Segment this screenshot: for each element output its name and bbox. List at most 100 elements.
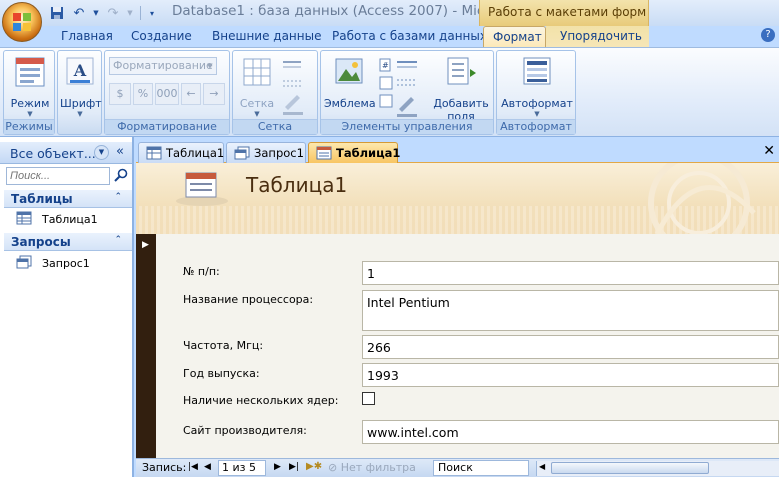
format-combo-value: Форматирование	[113, 59, 213, 72]
field-processor[interactable]: Intel Pentium	[362, 290, 779, 331]
mode-button[interactable]: Режим ▼	[9, 55, 51, 118]
percent-format-button[interactable]: %	[133, 83, 153, 105]
control-icons[interactable]: #	[377, 57, 429, 119]
navigation-pane: Все объект... ▼ « Таблицы ⌃ Таблица1 Зап…	[0, 137, 134, 477]
tab-home[interactable]: Главная	[61, 29, 113, 43]
font-icon: A	[66, 57, 94, 85]
undo-dropdown-icon[interactable]: ▼	[92, 5, 100, 21]
collapse-pane-icon[interactable]: «	[116, 144, 124, 159]
group-formatting: Форматирование ▼ $ % 000 ← → Форматирова…	[104, 50, 230, 135]
logo-button-label: Эмблема	[324, 97, 376, 110]
nav-group-queries[interactable]: Запросы ⌃	[4, 233, 132, 251]
thousands-format-button[interactable]: 000	[155, 83, 179, 105]
form-icon	[316, 146, 332, 160]
previous-record-icon[interactable]: ◀	[204, 462, 211, 472]
increase-decimals-icon: ←	[186, 87, 196, 100]
tab-arrange[interactable]: Упорядочить	[560, 29, 642, 43]
add-fields-icon	[447, 57, 476, 85]
nav-group-tables[interactable]: Таблицы ⌃	[4, 190, 132, 208]
tab-database-tools[interactable]: Работа с базами данных	[332, 29, 487, 43]
scrollbar-thumb[interactable]	[551, 462, 709, 474]
nav-item-table1-label: Таблица1	[42, 213, 98, 226]
svg-text:#: #	[382, 61, 389, 70]
line-style-icons[interactable]	[281, 57, 313, 121]
field-website[interactable]: www.intel.com	[362, 420, 779, 444]
logo-button[interactable]: Эмблема	[324, 55, 376, 110]
group-modes: Режим ▼ Режимы	[3, 50, 55, 135]
record-search-input[interactable]: Поиск	[433, 460, 529, 476]
group-grid: Сетка ▼ Сетка	[232, 50, 318, 135]
doc-tab-query1[interactable]: Запрос1	[226, 142, 306, 163]
title-bar: ↶ ▼ ↷ ▼ ▾ Database1 : база данных (Acces…	[0, 0, 779, 26]
nav-pane-dropdown-icon[interactable]: ▼	[94, 145, 109, 160]
current-record-field[interactable]: 1 из 5	[218, 460, 266, 476]
format-combo[interactable]: Форматирование ▼	[109, 57, 217, 75]
gridlines-button[interactable]: Сетка ▼	[237, 55, 277, 118]
collapse-group-icon: ⌃	[114, 235, 122, 245]
doc-tab-form-table1[interactable]: Таблица1	[308, 142, 400, 163]
doc-tab-table1[interactable]: Таблица1	[138, 142, 224, 163]
context-tab-group-title: Работа с макетами форм	[488, 5, 647, 19]
customize-qat-icon[interactable]: ▾	[147, 5, 157, 21]
decrease-decimals-icon: →	[209, 87, 219, 100]
next-record-icon[interactable]: ▶	[274, 462, 281, 472]
add-fields-label-line1: Добавить	[433, 97, 489, 110]
ribbon-tab-row: Главная Создание Внешние данные Работа с…	[0, 26, 779, 47]
help-icon[interactable]: ?	[761, 28, 775, 42]
last-record-icon[interactable]: ▶|	[289, 462, 299, 472]
nav-pane-header[interactable]: Все объект... ▼ «	[0, 142, 132, 164]
close-document-icon[interactable]: ✕	[763, 143, 775, 159]
form-detail: № п/п: 1 Название процессора: Intel Pent…	[156, 234, 779, 458]
quick-access-toolbar: ↶ ▼ ↷ ▼ ▾	[48, 3, 157, 23]
query-icon	[16, 255, 32, 269]
table-icon	[16, 211, 32, 225]
tab-format[interactable]: Формат	[483, 26, 546, 48]
horizontal-scrollbar[interactable]: ◀	[536, 461, 779, 476]
ribbon: Режим ▼ Режимы A Шрифт ▼ Форматирование …	[0, 47, 779, 137]
save-icon[interactable]	[48, 5, 66, 21]
thousands-label: 000	[156, 87, 178, 100]
autoformat-button[interactable]: Автоформат ▼	[501, 55, 573, 118]
field-number[interactable]: 1	[362, 261, 779, 285]
filter-indicator[interactable]: ⊘ Нет фильтра	[328, 460, 428, 476]
office-button[interactable]	[2, 2, 42, 42]
autoformat-button-label: Автоформат	[501, 97, 573, 110]
font-button-label: Шрифт	[60, 97, 102, 110]
search-icon[interactable]	[113, 167, 131, 185]
currency-format-button[interactable]: $	[109, 83, 131, 105]
group-modes-label: Режимы	[4, 119, 54, 134]
field-frequency[interactable]: 266	[362, 335, 779, 359]
query-icon	[234, 146, 250, 160]
form-logo-icon	[176, 172, 228, 206]
tab-create[interactable]: Создание	[131, 29, 192, 43]
nav-group-queries-label: Запросы	[11, 235, 71, 249]
doc-tab-label: Таблица1	[166, 146, 225, 160]
logo-picture-icon	[335, 58, 363, 84]
redo-dropdown-icon[interactable]: ▼	[126, 5, 134, 21]
multicore-checkbox[interactable]	[362, 392, 375, 405]
scroll-left-icon[interactable]: ◀	[539, 462, 545, 471]
field-year[interactable]: 1993	[362, 363, 779, 387]
group-autoformat: Автоформат ▼ Автоформат	[496, 50, 576, 135]
collapse-group-icon: ⌃	[114, 192, 122, 202]
svg-text:A: A	[73, 61, 87, 80]
nav-search-input[interactable]	[6, 167, 110, 185]
field-label-processor: Название процессора:	[183, 293, 314, 306]
record-selector[interactable]: ▶	[136, 234, 156, 458]
increase-decimals-button[interactable]: ←	[181, 83, 201, 105]
field-label-year: Год выпуска:	[183, 367, 260, 380]
font-button[interactable]: A Шрифт ▼	[60, 55, 102, 118]
format-combo-dropdown-icon: ▼	[207, 62, 213, 70]
decorative-swirl-icon	[648, 163, 756, 234]
undo-icon[interactable]: ↶	[70, 5, 88, 21]
tab-external-data[interactable]: Внешние данные	[212, 29, 321, 43]
new-record-icon[interactable]: ▶✱	[306, 461, 322, 472]
qat-separator	[140, 6, 141, 20]
filter-label: Нет фильтра	[340, 461, 416, 474]
add-fields-button[interactable]: Добавить поля	[431, 55, 491, 123]
decrease-decimals-button[interactable]: →	[203, 83, 225, 105]
redo-icon[interactable]: ↷	[104, 5, 122, 21]
form-title: Таблица1	[246, 173, 348, 197]
first-record-icon[interactable]: |◀	[188, 462, 198, 472]
form-header: Таблица1	[136, 163, 779, 234]
